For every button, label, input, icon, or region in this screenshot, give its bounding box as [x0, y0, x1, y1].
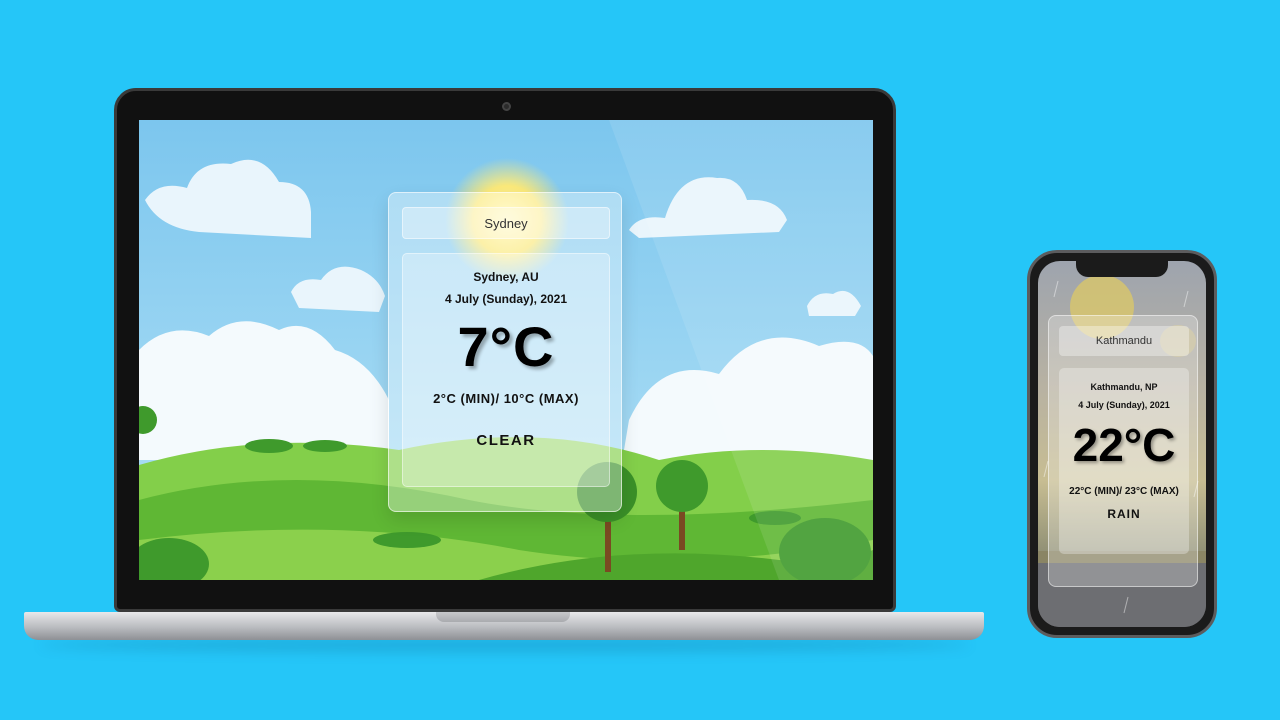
date-label: 4 July (Sunday), 2021 — [1078, 400, 1170, 410]
laptop-base — [24, 612, 984, 640]
temperature-value: 7°C — [457, 315, 555, 378]
phone-notch — [1076, 261, 1168, 277]
search-value: Kathmandu — [1095, 335, 1153, 347]
city-search-input[interactable]: Kathmandu — [1059, 326, 1189, 356]
phone-device: Kathmandu Kathmandu, NP 4 July (Sunday),… — [1027, 250, 1217, 638]
camera-icon — [502, 102, 511, 111]
city-search-input[interactable]: Sydney — [402, 207, 610, 239]
location-label: Sydney, AU — [473, 270, 539, 284]
laptop-notch — [436, 612, 570, 622]
desktop-app-screen: Sydney Sydney, AU 4 July (Sunday), 2021 … — [139, 120, 873, 580]
temperature-value: 22°C — [1072, 419, 1176, 471]
weather-details: Sydney, AU 4 July (Sunday), 2021 7°C 2°C… — [402, 253, 610, 487]
location-label: Kathmandu, NP — [1090, 382, 1158, 392]
laptop-shadow — [40, 638, 970, 652]
search-value: Sydney — [484, 215, 528, 231]
mobile-app-screen: Kathmandu Kathmandu, NP 4 July (Sunday),… — [1038, 261, 1206, 627]
weather-condition: CLEAR — [476, 432, 536, 449]
laptop-bezel — [139, 583, 873, 603]
min-max-temperature: 22°C (MIN)/ 23°C (MAX) — [1069, 486, 1179, 497]
weather-card: Kathmandu Kathmandu, NP 4 July (Sunday),… — [1048, 315, 1198, 587]
weather-details: Kathmandu, NP 4 July (Sunday), 2021 22°C… — [1059, 368, 1189, 554]
min-max-temperature: 2°C (MIN)/ 10°C (MAX) — [433, 391, 579, 406]
laptop-display: Sydney Sydney, AU 4 July (Sunday), 2021 … — [114, 88, 896, 612]
date-label: 4 July (Sunday), 2021 — [444, 292, 568, 306]
weather-condition: RAIN — [1107, 507, 1141, 521]
weather-card: Sydney Sydney, AU 4 July (Sunday), 2021 … — [388, 192, 622, 512]
